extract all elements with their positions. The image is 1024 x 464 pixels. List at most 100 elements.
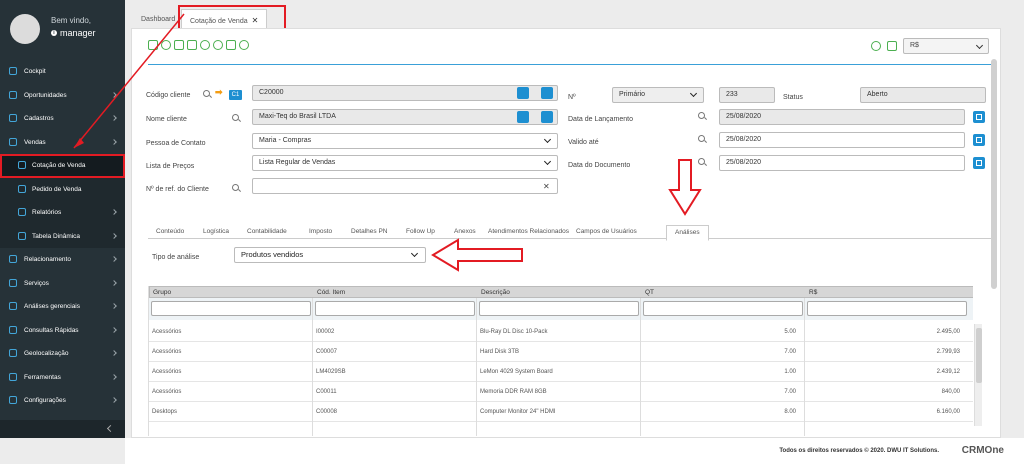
search-icon[interactable] xyxy=(698,158,705,165)
column-filter-input[interactable] xyxy=(151,301,311,316)
tab-3[interactable]: Imposto xyxy=(309,225,332,239)
codigo-field[interactable]: C20000 xyxy=(252,85,558,101)
doc-field[interactable]: 25/08/2020 xyxy=(719,155,965,171)
sidebar-item-label: Consultas Rápidas xyxy=(24,326,79,334)
lanc-field[interactable]: 25/08/2020 xyxy=(719,109,965,125)
search-icon[interactable] xyxy=(203,90,210,97)
table-row[interactable]: Desktops C00008 Computer Monitor 24" HDMI 8… xyxy=(149,402,973,422)
menu-icon xyxy=(9,278,17,287)
sidebar-item-4[interactable]: Cotação de Venda xyxy=(0,154,125,178)
info-icon: i xyxy=(51,30,57,36)
sidebar: Bem vindo, i manager Cockpit Oportunidades… xyxy=(0,0,125,438)
tab-1[interactable]: Logística xyxy=(203,225,229,239)
sidebar-item-label: Ferramentas xyxy=(24,373,61,381)
tab-2[interactable]: Contabilidade xyxy=(247,225,287,239)
search-icon[interactable] xyxy=(232,184,239,191)
tab-dashboard[interactable]: Dashboard xyxy=(141,9,175,30)
tab-8[interactable]: Campos de Usuários xyxy=(576,225,637,239)
menu-icon xyxy=(18,184,26,193)
arrow-right-icon[interactable]: ➡ xyxy=(215,87,223,98)
search-icon[interactable] xyxy=(161,40,171,50)
table-cell: 7.00 xyxy=(784,349,796,355)
column-filter-input[interactable] xyxy=(643,301,803,316)
calendar-icon[interactable] xyxy=(973,134,985,146)
grid-scrollbar[interactable] xyxy=(974,324,982,426)
page-scrollbar[interactable] xyxy=(991,59,997,289)
tab-0[interactable]: Conteúdo xyxy=(156,225,184,239)
column-header[interactable]: Descrição xyxy=(481,287,510,298)
collapse-sidebar-button[interactable] xyxy=(0,420,125,438)
chevron-right-icon xyxy=(111,256,117,262)
c1-badge[interactable]: C1 xyxy=(229,90,242,100)
sidebar-item-8[interactable]: Relacionamento xyxy=(0,248,125,272)
lista-precos-select[interactable]: Lista Regular de Vendas xyxy=(252,155,558,171)
column-filter-input[interactable] xyxy=(479,301,639,316)
sidebar-item-12[interactable]: Geolocalização xyxy=(0,342,125,366)
table-row[interactable]: Acessórios C00007 Hard Disk 3TB 7.00 2.799,9… xyxy=(149,342,973,362)
column-header[interactable]: Cód. Item xyxy=(317,287,345,298)
sidebar-item-label: Configurações xyxy=(24,397,66,405)
tab-9[interactable]: Análises xyxy=(666,225,709,241)
next-record-icon[interactable] xyxy=(213,40,223,50)
column-header[interactable]: R$ xyxy=(809,287,817,298)
analysis-type-select[interactable]: Produtos vendidos xyxy=(234,247,426,263)
column-header[interactable]: Grupo xyxy=(153,287,171,298)
previous-record-icon[interactable] xyxy=(200,40,210,50)
calendar-icon[interactable] xyxy=(973,111,985,123)
tab-5[interactable]: Follow Up xyxy=(406,225,435,239)
sidebar-item-6[interactable]: Relatórios xyxy=(0,201,125,225)
search-icon[interactable] xyxy=(698,112,705,119)
column-header[interactable]: QT xyxy=(645,287,654,298)
ref-field[interactable] xyxy=(252,178,558,194)
refresh-icon[interactable] xyxy=(517,87,529,99)
user-name[interactable]: i manager xyxy=(51,28,96,38)
first-record-icon[interactable] xyxy=(187,40,197,50)
edit-icon[interactable] xyxy=(174,40,184,50)
last-record-icon[interactable] xyxy=(226,40,236,50)
currency-select[interactable]: R$ xyxy=(903,38,989,54)
list-icon[interactable] xyxy=(541,87,553,99)
column-divider xyxy=(804,298,805,436)
sidebar-item-9[interactable]: Serviços xyxy=(0,272,125,296)
table-row[interactable]: Acessórios C00011 Memoria DDR RAM 8GB 7.00 8… xyxy=(149,382,973,402)
sidebar-item-11[interactable]: Consultas Rápidas xyxy=(0,319,125,343)
gear-icon[interactable] xyxy=(871,41,881,51)
sidebar-item-0[interactable]: Cockpit xyxy=(0,60,125,84)
valido-field[interactable]: 25/08/2020 xyxy=(719,132,965,148)
refresh-icon[interactable] xyxy=(517,111,529,123)
refresh-icon[interactable] xyxy=(239,40,249,50)
calendar-icon[interactable] xyxy=(973,157,985,169)
sidebar-item-1[interactable]: Oportunidades xyxy=(0,84,125,108)
table-row[interactable]: Acessórios LM4029SB LeMon 4029 System Boar… xyxy=(149,362,973,382)
nome-field[interactable]: Maxi-Teq do Brasil LTDA xyxy=(252,109,558,125)
sidebar-item-label: Cadastros xyxy=(24,115,54,123)
print-icon[interactable] xyxy=(148,40,158,50)
list-icon[interactable] xyxy=(541,111,553,123)
sidebar-item-5[interactable]: Pedido de Venda xyxy=(0,177,125,201)
contato-select[interactable]: Maria - Compras xyxy=(252,133,558,149)
sidebar-item-13[interactable]: Ferramentas xyxy=(0,366,125,390)
sidebar-item-label: Relatórios xyxy=(32,209,62,217)
tab-7[interactable]: Atendimentos Relacionados xyxy=(488,225,569,239)
sidebar-item-7[interactable]: Tabela Dinâmica xyxy=(0,224,125,248)
sidebar-menu: Cockpit Oportunidades Cadastros Vendas Cotaç… xyxy=(0,60,125,436)
column-filter-input[interactable] xyxy=(807,301,967,316)
status-field[interactable]: Aberto xyxy=(860,87,986,103)
clear-icon[interactable]: ✕ xyxy=(543,182,550,191)
folder-icon[interactable] xyxy=(887,41,897,51)
series-select[interactable]: Primário xyxy=(612,87,704,103)
search-icon[interactable] xyxy=(232,114,239,121)
sidebar-item-3[interactable]: Vendas xyxy=(0,131,125,155)
tab-6[interactable]: Anexos xyxy=(454,225,476,239)
num-field[interactable]: 233 xyxy=(719,87,775,103)
tab-4[interactable]: Detalhes PN xyxy=(351,225,388,239)
avatar[interactable] xyxy=(10,14,40,44)
menu-icon xyxy=(9,302,17,310)
table-row[interactable]: Acessórios I00002 Blu-Ray DL Disc 10-Pack 5… xyxy=(149,322,973,342)
sidebar-item-2[interactable]: Cadastros xyxy=(0,107,125,131)
search-icon[interactable] xyxy=(698,135,705,142)
sidebar-item-10[interactable]: Análises gerenciais xyxy=(0,295,125,319)
sidebar-item-label: Pedido de Venda xyxy=(32,185,82,193)
sidebar-item-14[interactable]: Configurações xyxy=(0,389,125,413)
column-filter-input[interactable] xyxy=(315,301,475,316)
